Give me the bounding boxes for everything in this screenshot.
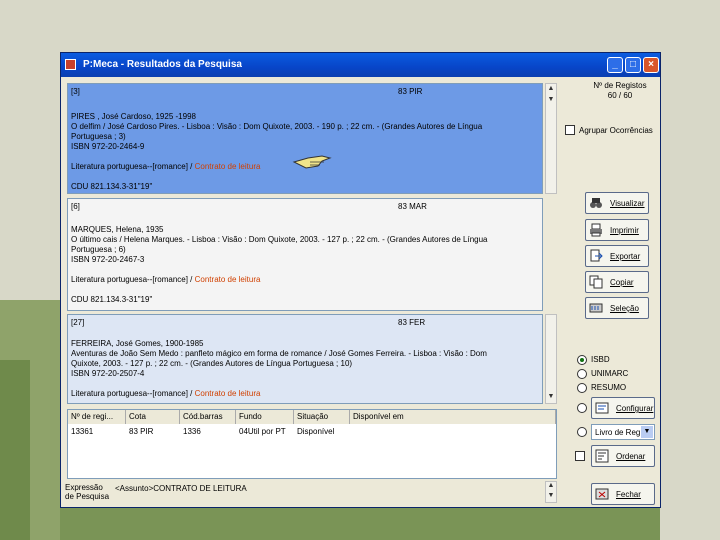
record-title: O delfim / José Cardoso Pires. - Lisboa … xyxy=(71,122,483,131)
column-header[interactable]: Nº de regi... xyxy=(68,410,126,424)
sort-icon xyxy=(595,449,609,463)
registos-count: 60 / 60 xyxy=(607,91,633,100)
record-series: Portuguesa ; 3) xyxy=(71,132,126,141)
format-radio-resumo[interactable] xyxy=(577,383,587,393)
window-title: P:Meca - Resultados da Pesquisa xyxy=(83,59,242,70)
close-button[interactable]: × xyxy=(643,57,659,73)
record-scrollbar[interactable]: ▲ ▼ xyxy=(545,83,557,194)
record-panel[interactable]: [3] 83 PIR PIRES , José Cardoso, 1925 -1… xyxy=(67,83,543,194)
record-subject: Literatura portuguesa--[romance] / Contr… xyxy=(71,275,261,284)
app-icon xyxy=(65,59,76,70)
scroll-down-icon[interactable]: ▼ xyxy=(546,492,556,502)
record-number: [6] xyxy=(71,202,80,211)
background-bottom xyxy=(60,508,660,540)
record-author: FERREIRA, José Gomes, 1900-1985 xyxy=(71,339,204,348)
record-series: Quixote, 2003. - 127 p. ; 22 cm. - (Gran… xyxy=(71,359,353,368)
record-title: Aventuras de João Sem Medo : panfleto má… xyxy=(71,349,487,358)
table-cell: 83 PIR xyxy=(129,427,154,436)
column-header[interactable]: Fundo xyxy=(236,410,294,424)
record-cdu: CDU 821.134.3-31"19" xyxy=(71,295,153,304)
subject-link[interactable]: Contrato de leitura xyxy=(195,389,261,398)
format-select-value: Livro de Reg xyxy=(595,428,641,437)
expr-scrollbar[interactable]: ▲ ▼ xyxy=(545,481,557,503)
settings-icon xyxy=(595,402,609,414)
expr-label: Expressão de Pesquisa xyxy=(65,483,110,501)
selection-icon xyxy=(589,303,603,313)
format-label: RESUMO xyxy=(591,383,627,392)
ordenar-checkbox[interactable] xyxy=(575,451,585,461)
record-isbn: ISBN 972-20-2464-9 xyxy=(71,142,145,151)
binoculars-icon xyxy=(590,198,602,208)
config-radio[interactable] xyxy=(577,403,587,413)
record-cdu: CDU 821.134.3-31"19" xyxy=(71,182,153,191)
record-isbn: ISBN 972-20-2507-4 xyxy=(71,369,145,378)
record-number: [27] xyxy=(71,318,85,327)
printer-icon xyxy=(590,223,602,237)
record-number: [3] xyxy=(71,87,80,96)
record-author: PIRES , José Cardoso, 1925 -1998 xyxy=(71,112,196,121)
scroll-up-icon[interactable]: ▲ xyxy=(546,482,556,492)
registos-box: Nº de Registos 60 / 60 xyxy=(581,81,659,101)
results-window: P:Meca - Resultados da Pesquisa _ □ × [3… xyxy=(60,52,661,508)
configurar-button[interactable]: Configurar xyxy=(591,397,655,419)
column-header[interactable]: Cód.barras xyxy=(180,410,236,424)
column-header[interactable]: Cota xyxy=(126,410,180,424)
column-header[interactable]: Disponível em xyxy=(350,410,556,424)
agrupar-label: Agrupar Ocorrências xyxy=(579,126,653,135)
format-radio-isbd[interactable] xyxy=(577,355,587,365)
visualizar-button[interactable]: Visualizar xyxy=(585,192,649,214)
record-isbn: ISBN 972-20-2467-3 xyxy=(71,255,145,264)
expr-value: <Assunto>CONTRATO DE LEITURA xyxy=(115,484,247,493)
chevron-down-icon[interactable]: ▼ xyxy=(641,426,653,438)
table-cell: 13361 xyxy=(71,427,94,436)
format-select[interactable]: Livro de Reg ▼ xyxy=(591,424,655,440)
copy-icon xyxy=(589,275,603,289)
copiar-button[interactable]: Copiar xyxy=(585,271,649,293)
exit-icon xyxy=(595,488,609,500)
registos-label: Nº de Registos xyxy=(593,81,647,90)
format-label: UNIMARC xyxy=(591,369,629,378)
format-label: ISBD xyxy=(591,355,610,364)
record-panel[interactable]: [27] 83 FER FERREIRA, José Gomes, 1900-1… xyxy=(67,314,543,404)
table-cell: Disponível xyxy=(297,427,335,436)
record-series: Portuguesa ; 6) xyxy=(71,245,126,254)
record-call-number: 83 PIR xyxy=(398,87,423,96)
scroll-down-icon[interactable]: ▼ xyxy=(546,96,556,106)
record-call-number: 83 FER xyxy=(398,318,426,327)
pointing-hand-icon xyxy=(292,155,332,169)
format-radio-unimarc[interactable] xyxy=(577,369,587,379)
maximize-button[interactable]: □ xyxy=(625,57,641,73)
title-bar: P:Meca - Resultados da Pesquisa _ □ × xyxy=(61,53,660,77)
record-subject: Literatura portuguesa--[romance] / Contr… xyxy=(71,389,261,398)
record-call-number: 83 MAR xyxy=(398,202,427,211)
table-cell: 1336 xyxy=(183,427,201,436)
agrupar-checkbox[interactable] xyxy=(565,125,575,135)
background-strip-dark xyxy=(0,360,30,540)
scroll-down-icon[interactable]: ▼ xyxy=(546,393,556,403)
exportar-button[interactable]: Exportar xyxy=(585,245,649,267)
copies-table: Nº de regi... Cota Cód.barras Fundo Situ… xyxy=(67,409,557,479)
imprimir-button[interactable]: Imprimir xyxy=(585,219,649,241)
minimize-button[interactable]: _ xyxy=(607,57,623,73)
selecao-button[interactable]: Seleção xyxy=(585,297,649,319)
export-icon xyxy=(590,249,603,262)
table-cell: 04Util por PT xyxy=(239,427,286,436)
record-subject: Literatura portuguesa--[romance] / Contr… xyxy=(71,162,261,171)
record-panel[interactable]: [6] 83 MAR MARQUES, Helena, 1935 O últim… xyxy=(67,198,543,311)
record-author: MARQUES, Helena, 1935 xyxy=(71,225,164,234)
record-scrollbar[interactable]: ▼ xyxy=(545,314,557,404)
scroll-up-icon[interactable]: ▲ xyxy=(546,85,556,95)
subject-link[interactable]: Contrato de leitura xyxy=(195,275,261,284)
select-radio[interactable] xyxy=(577,427,587,437)
subject-link[interactable]: Contrato de leitura xyxy=(195,162,261,171)
record-title: O último cais / Helena Marques. - Lisboa… xyxy=(71,235,488,244)
ordenar-button[interactable]: Ordenar xyxy=(591,445,655,467)
fechar-button[interactable]: Fechar xyxy=(591,483,655,505)
column-header[interactable]: Situação xyxy=(294,410,350,424)
